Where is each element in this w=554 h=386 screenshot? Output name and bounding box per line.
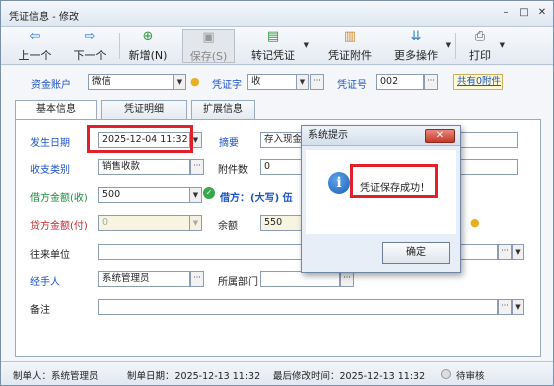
chevron-down-icon[interactable]: ▼ xyxy=(174,74,186,90)
created-date-status: 制单日期：2025-12-13 11:32 xyxy=(127,371,261,382)
category-field[interactable]: 销售收款 xyxy=(98,159,190,175)
debit-label: 借方金额(收) xyxy=(30,193,88,204)
creator-status: 制单人：系统管理员 xyxy=(13,371,99,382)
tab-basic-info[interactable]: 基本信息 xyxy=(15,100,97,121)
printer-icon: ⎙ xyxy=(474,29,486,44)
minimize-button[interactable]: – xyxy=(498,6,514,20)
chevron-down-icon[interactable]: ▼ xyxy=(304,41,309,49)
toolbar: ⇦ 上一个 ⇨ 下一个 ⊕ 新增(N) ▣ 保存(S) ▤ 转记凭证 ▼ ▥ 凭… xyxy=(1,27,553,65)
voucher-window: 凭证信息 - 修改 – □ ✕ ⇦ 上一个 ⇨ 下一个 ⊕ 新增(N) ▣ 保存… xyxy=(0,0,554,386)
ellipsis-button[interactable]: ··· xyxy=(498,299,512,315)
category-label: 收支类别 xyxy=(30,165,70,176)
ok-button[interactable]: 确定 xyxy=(382,242,450,264)
credit-label: 贷方金额(付) xyxy=(30,221,88,232)
lightbulb-icon: ● xyxy=(470,216,480,229)
attachment-button[interactable]: ▥ 凭证附件 xyxy=(323,29,377,63)
prev-button[interactable]: ⇦ 上一个 xyxy=(9,29,61,63)
date-highlight xyxy=(87,125,193,153)
voucher-no-label: 凭证号 xyxy=(337,80,367,91)
dept-label: 所属部门 xyxy=(218,277,258,288)
maximize-button[interactable]: □ xyxy=(516,6,532,20)
window-title: 凭证信息 - 修改 xyxy=(9,12,79,23)
review-status-icon xyxy=(441,369,451,379)
dialog-body: i 凭证保存成功！ xyxy=(306,150,456,234)
voucher-type-label: 凭证字 xyxy=(212,80,242,91)
check-icon: ✓ xyxy=(203,187,215,199)
message-highlight xyxy=(350,164,438,198)
toolbar-separator xyxy=(119,33,120,59)
more-button[interactable]: ⇊ 更多操作 ▼ xyxy=(389,29,451,63)
modified-time-status: 最后修改时间：2025-12-13 11:32 xyxy=(273,371,426,382)
chevron-down-icon[interactable]: ▼ xyxy=(190,187,202,203)
close-button[interactable]: ✕ xyxy=(534,6,550,20)
account-label: 资金账户 xyxy=(31,80,71,91)
ellipsis-button[interactable]: ··· xyxy=(498,244,512,260)
title-bar: 凭证信息 - 修改 – □ ✕ xyxy=(1,1,553,27)
chevron-down-icon[interactable]: ▼ xyxy=(297,74,309,90)
dept-field[interactable] xyxy=(260,271,340,287)
review-status: 待审核 xyxy=(456,371,485,382)
message-dialog: 系统提示 ✕ i 凭证保存成功！ 确定 xyxy=(301,125,461,273)
remark-field[interactable] xyxy=(98,299,498,315)
basic-info-panel: 发生日期 2025-12-04 11:32 ▼ 摘要 存入现金 收支类别 销售收… xyxy=(15,119,541,357)
tab-voucher-detail[interactable]: 凭证明细 xyxy=(101,100,187,120)
arrow-right-icon: ⇨ xyxy=(84,29,96,44)
voucher-no-field[interactable]: 002 xyxy=(376,74,424,90)
date-label: 发生日期 xyxy=(30,138,70,149)
ellipsis-button[interactable]: ··· xyxy=(190,159,204,175)
attachment-icon: ▥ xyxy=(343,29,357,44)
chevron-down-icon[interactable]: ▼ xyxy=(500,41,505,49)
floppy-icon: ▣ xyxy=(202,30,215,45)
next-button[interactable]: ⇨ 下一个 xyxy=(65,29,115,63)
handler-field[interactable]: 系统管理员 xyxy=(98,271,190,287)
to-voucher-button[interactable]: ▤ 转记凭证 ▼ xyxy=(245,29,309,63)
print-button[interactable]: ⎙ 打印 ▼ xyxy=(463,29,505,63)
chevron-down-icon[interactable]: ▼ xyxy=(446,41,451,49)
ellipsis-button[interactable]: ··· xyxy=(424,74,438,90)
ellipsis-button[interactable]: ··· xyxy=(190,271,204,287)
double-chevron-down-icon: ⇊ xyxy=(410,29,422,44)
lightbulb-icon: ● xyxy=(190,75,200,88)
balance-label: 余额 xyxy=(218,221,238,232)
content-area: 资金账户 微信 ▼ ● 凭证字 收 ▼ ··· 凭证号 002 ··· 共有0附… xyxy=(1,66,553,361)
attach-count-label: 附件数 xyxy=(218,165,248,176)
save-button[interactable]: ▣ 保存(S) xyxy=(182,29,235,63)
toolbar-separator xyxy=(455,33,456,59)
account-select[interactable]: 微信 xyxy=(88,74,174,90)
save-voucher-icon: ▤ xyxy=(266,29,280,44)
chevron-down-icon[interactable]: ▼ xyxy=(512,299,524,315)
debit-caps-label: 借方：(大写) 伍 xyxy=(220,193,293,204)
ellipsis-button[interactable]: ··· xyxy=(340,271,354,287)
handler-label: 经手人 xyxy=(30,277,60,288)
plus-circle-icon: ⊕ xyxy=(142,29,154,44)
add-button[interactable]: ⊕ 新增(N) xyxy=(121,29,175,63)
credit-field[interactable]: 0 xyxy=(98,215,190,231)
summary-label: 摘要 xyxy=(219,138,239,149)
dialog-close-button[interactable]: ✕ xyxy=(425,129,455,143)
chevron-down-icon[interactable]: ▼ xyxy=(190,215,202,231)
remark-label: 备注 xyxy=(30,305,50,316)
voucher-type-select[interactable]: 收 xyxy=(247,74,297,90)
chevron-down-icon[interactable]: ▼ xyxy=(512,244,524,260)
tab-extended-info[interactable]: 扩展信息 xyxy=(191,100,255,120)
info-icon: i xyxy=(328,172,350,194)
counterparty-label: 往来单位 xyxy=(30,250,70,261)
attachments-link[interactable]: 共有0附件 xyxy=(453,74,503,90)
ellipsis-button[interactable]: ··· xyxy=(310,74,324,90)
status-bar: 制单人：系统管理员 制单日期：2025-12-13 11:32 最后修改时间：2… xyxy=(1,361,553,385)
debit-field[interactable]: 500 xyxy=(98,187,190,203)
arrow-left-icon: ⇦ xyxy=(29,29,41,44)
